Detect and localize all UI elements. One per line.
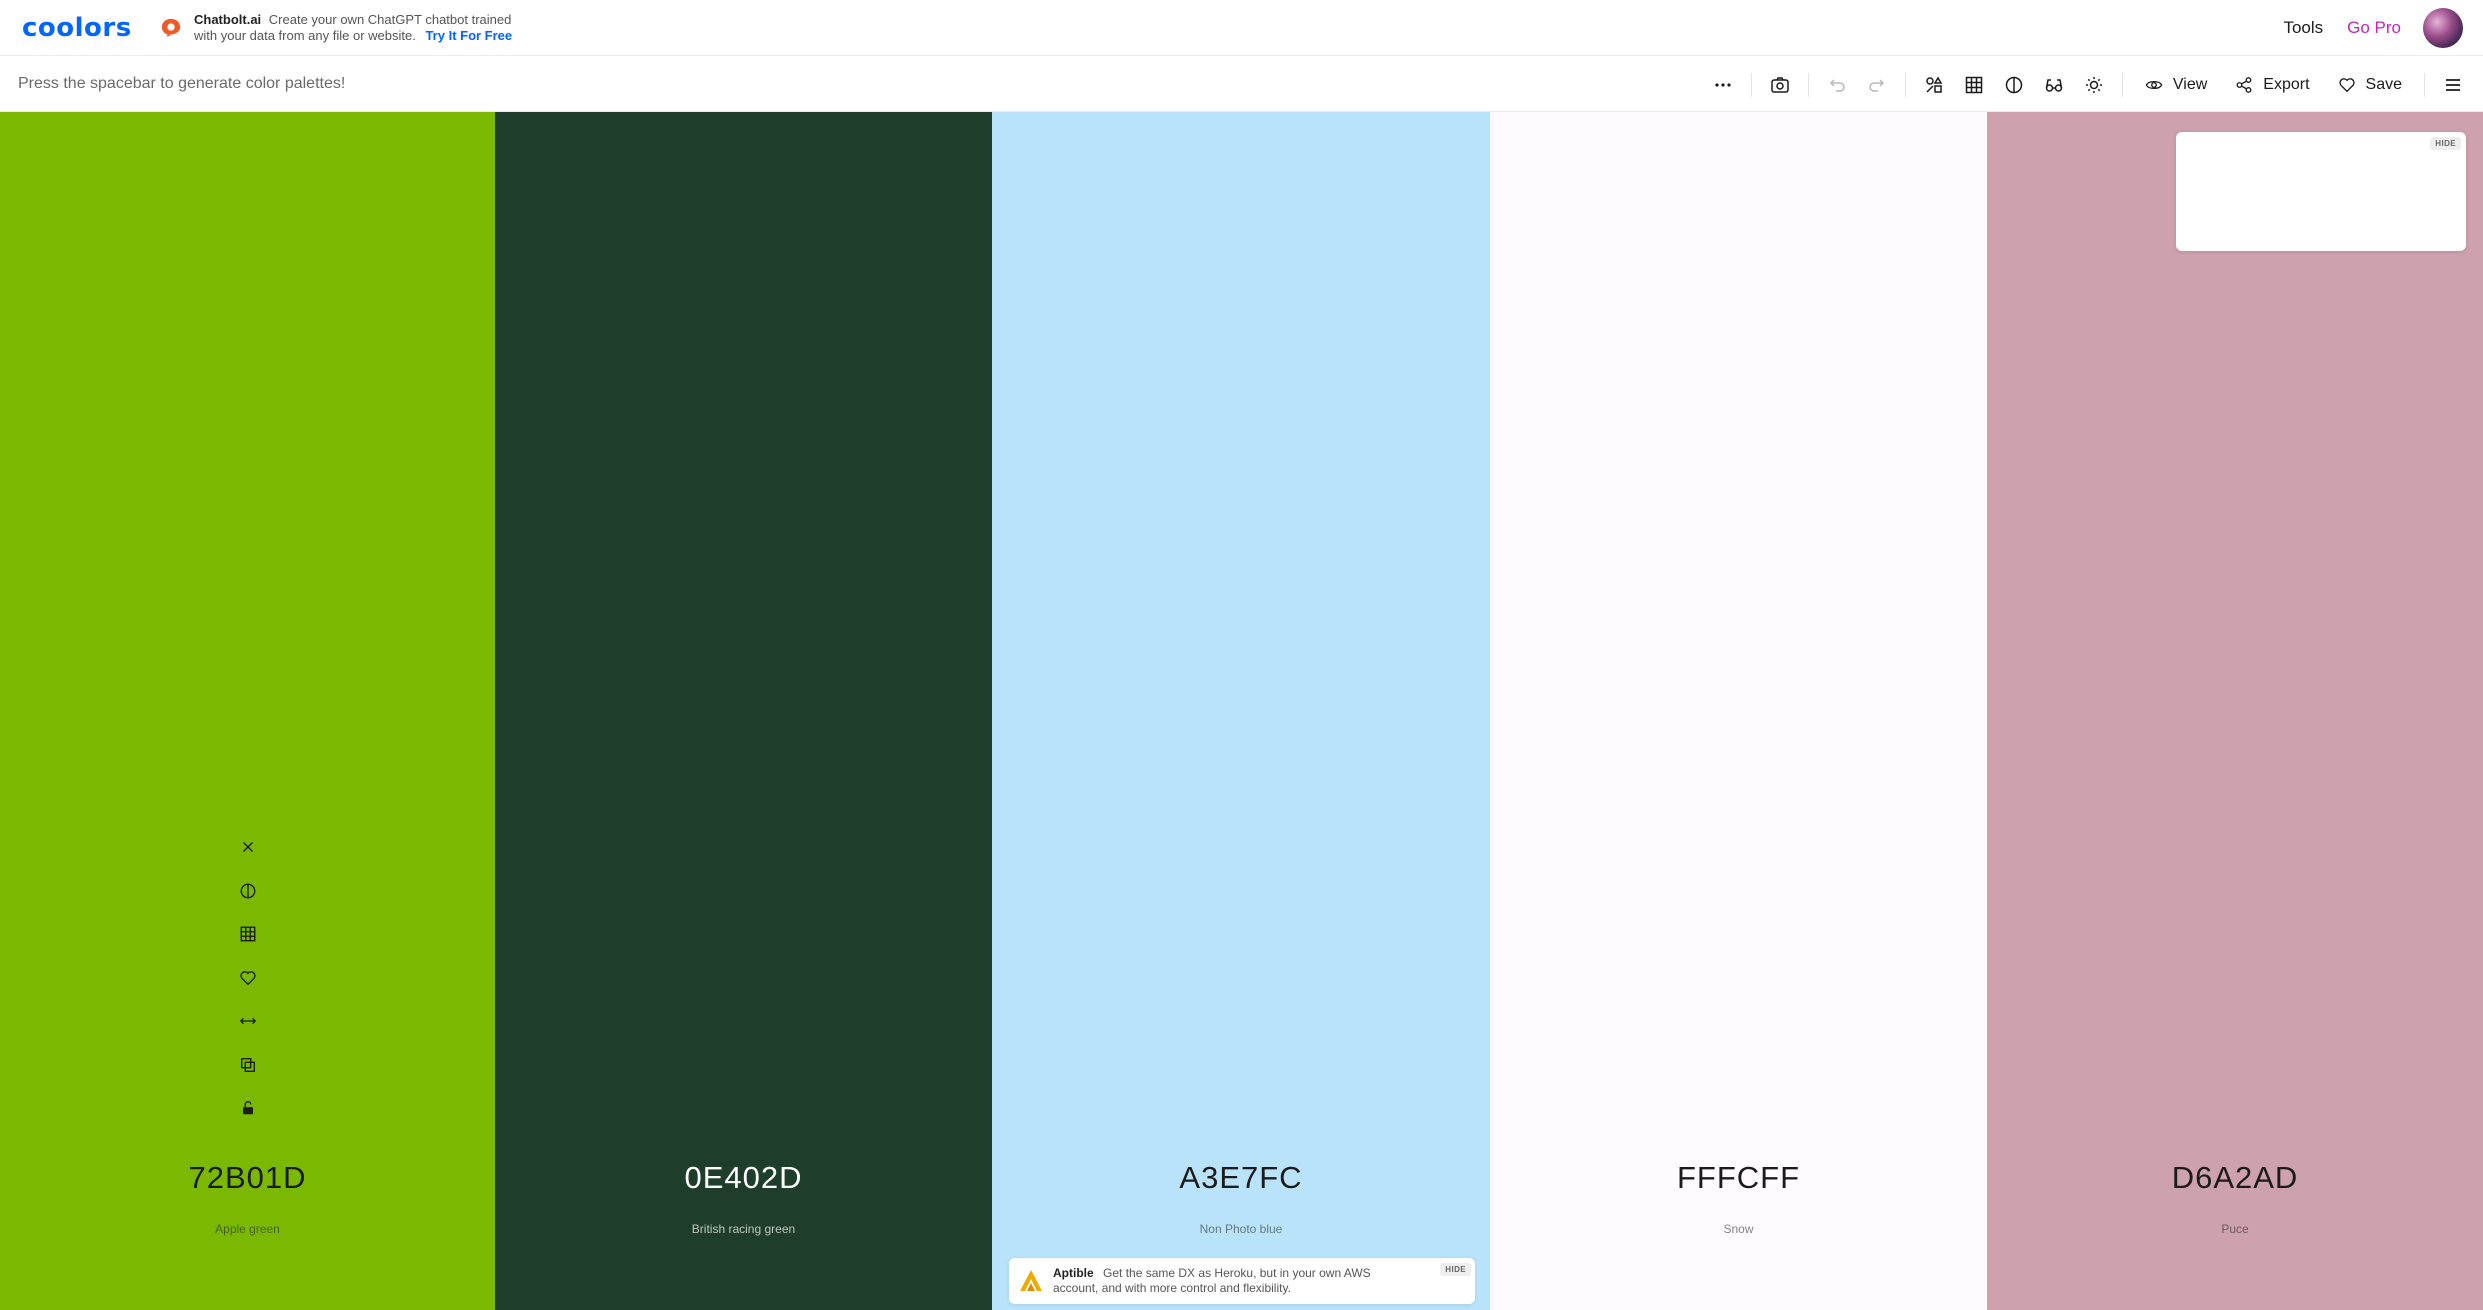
save-button[interactable]: Save [2324,65,2416,105]
toolbar-divider [1904,72,1906,97]
view-label: View [2172,75,2208,93]
top-right-nav: Tools Go Pro [2283,0,2483,56]
bottom-ad-text: Aptible Get the same DX as Heroku, but i… [1053,1266,1393,1296]
undo-button[interactable] [1817,65,1857,105]
color-name: Apple green [215,1222,280,1236]
aptible-logo-icon [1020,1270,1042,1291]
logo-text: coolors [22,13,132,43]
color-name: British racing green [691,1222,796,1236]
share-icon [2236,76,2252,93]
eye-icon [2145,80,2163,89]
toolbar-divider [2424,72,2425,97]
toolbar-divider [1807,72,1809,97]
toolbar-divider [2121,72,2123,97]
contrast-icon [2005,76,2023,93]
top-bar: coolors Chatbolt.ai Create your own Chat… [0,0,2483,56]
hide-ad-button[interactable]: HIDE [1440,1263,1471,1276]
main-menu-button[interactable] [2433,65,2473,105]
view-button[interactable]: View [2131,65,2221,105]
top-ad[interactable]: Chatbolt.ai Create your own ChatGPT chat… [160,8,534,48]
top-ad-text: Chatbolt.ai Create your own ChatGPT chat… [194,12,534,44]
redo-icon [1869,78,1884,92]
top-ad-brand: Chatbolt.ai [194,12,262,27]
color-name: Puce [2221,1222,2249,1236]
glasses-icon [2045,78,2063,92]
color-swatch[interactable]: A3E7FC Non Photo blue [992,112,1490,1310]
quick-view-button[interactable] [1760,65,1800,105]
grid-icon [240,926,255,942]
grid-icon [1965,76,1983,93]
camera-icon [1771,76,1789,93]
save-label: Save [2365,75,2402,93]
tools-link[interactable]: Tools [2283,18,2323,38]
copy-icon [240,1057,255,1072]
close-icon [242,842,253,852]
lock-open-icon [242,1101,253,1115]
floating-ad[interactable]: HIDE [2176,132,2466,251]
top-ad-cta[interactable]: Try It For Free [425,28,512,43]
hex-code[interactable]: FFFCFF [1490,1160,1987,1196]
color-palette: 72B01D Apple green 0E402D British racing… [0,112,2483,1310]
more-options-button[interactable] [1703,65,1743,105]
export-button[interactable]: Export [2221,65,2323,105]
palette-toolbar: Press the spacebar to generate color pal… [0,57,2483,112]
hide-ad-button[interactable]: HIDE [2430,137,2461,150]
menu-icon [2446,78,2460,91]
color-swatch[interactable]: 72B01D Apple green [0,112,495,1310]
chatbolt-logo-icon [161,18,181,38]
bottom-ad-copy: Get the same DX as Heroku, but in your o… [1053,1266,1371,1295]
hex-code[interactable]: A3E7FC [992,1160,1490,1196]
color-name: Snow [1723,1222,1754,1236]
lock-color-button[interactable] [233,1093,263,1123]
remove-color-button[interactable] [233,832,263,862]
shades-grid-button[interactable] [233,919,263,949]
adjust-palette-button[interactable] [1914,65,1954,105]
drag-arrows-icon [239,1017,256,1025]
shapes-icon [1926,76,1943,93]
more-icon [1715,82,1731,87]
sun-icon [2085,76,2102,93]
bottom-ad-brand: Aptible [1053,1266,1094,1280]
avatar[interactable] [2423,8,2463,48]
palette-grid-button[interactable] [1954,65,1994,105]
contrast-checker-button[interactable] [1994,65,2034,105]
copy-hex-button[interactable] [233,1050,263,1080]
toolbar-actions: View Export Save [1703,57,2483,112]
contrast-icon [240,883,255,898]
color-swatch[interactable]: 0E402D British racing green [495,112,992,1310]
generate-hint: Press the spacebar to generate color pal… [18,75,346,92]
redo-button[interactable] [1857,65,1897,105]
color-blindness-button[interactable] [2034,65,2074,105]
hex-code[interactable]: 0E402D [495,1160,992,1196]
undo-icon [1829,78,1845,92]
view-shades-button[interactable] [233,876,263,906]
color-swatch[interactable]: FFFCFF Snow [1490,112,1987,1310]
hex-code[interactable]: 72B01D [0,1160,495,1196]
swatch-tools [0,832,495,1137]
heart-icon [239,970,256,985]
color-swatch[interactable]: D6A2AD Puce [1987,112,2483,1310]
go-pro-link[interactable]: Go Pro [2347,18,2401,38]
export-label: Export [2263,75,2310,93]
color-name: Non Photo blue [1199,1222,1283,1236]
save-color-button[interactable] [233,963,263,993]
theme-toggle-button[interactable] [2074,65,2114,105]
bottom-ad[interactable]: Aptible Get the same DX as Heroku, but i… [1009,1258,1475,1304]
hex-code[interactable]: D6A2AD [1987,1160,2483,1196]
toolbar-divider [1750,72,1752,97]
drag-color-handle[interactable] [233,1006,263,1036]
heart-icon [2338,77,2355,92]
coolors-logo[interactable]: coolors [22,12,132,44]
